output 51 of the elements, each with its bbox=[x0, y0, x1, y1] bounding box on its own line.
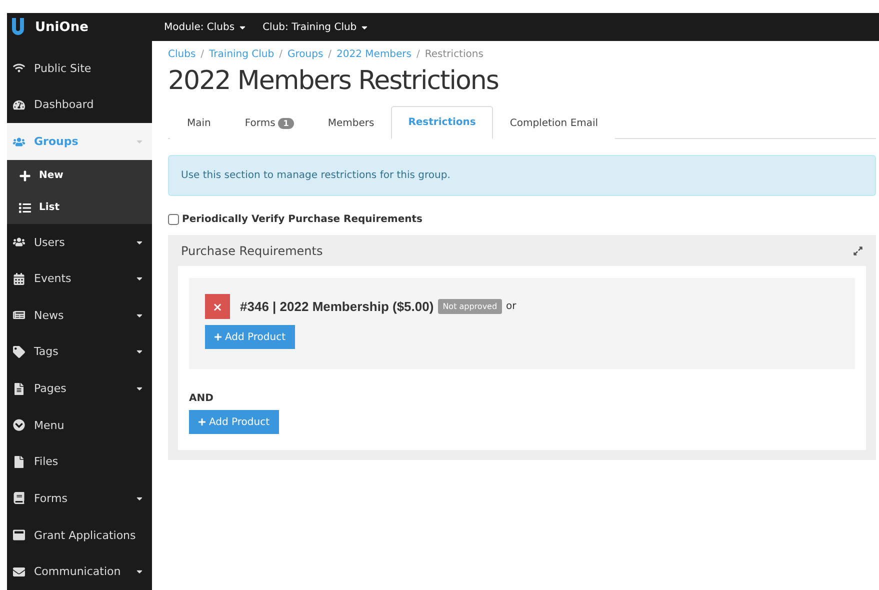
top-menu[interactable]: Club: Training Club bbox=[258, 22, 373, 32]
and-label: AND bbox=[189, 393, 214, 404]
panel-title: Purchase Requirements bbox=[181, 244, 323, 258]
logo-icon bbox=[11, 18, 25, 36]
envelope-icon bbox=[13, 566, 25, 578]
users-icon bbox=[13, 236, 25, 248]
plus-icon bbox=[19, 170, 31, 182]
sidebar-subitem[interactable]: List bbox=[7, 192, 152, 224]
calendar-icon bbox=[13, 272, 25, 285]
newspaper-icon bbox=[13, 309, 25, 322]
sidebar-item[interactable]: News bbox=[7, 297, 152, 334]
info-alert: Use this section to manage restrictions for this group. bbox=[168, 155, 876, 196]
product-name: #346 | 2022 Membership ($5.00) bbox=[240, 299, 434, 314]
breadcrumb-separator: / bbox=[328, 49, 332, 60]
breadcrumb-separator: / bbox=[279, 49, 282, 60]
list-icon bbox=[19, 202, 31, 214]
sidebar-item[interactable]: Files bbox=[7, 443, 152, 480]
sidebar-item[interactable]: Public Site bbox=[7, 50, 152, 87]
sidebar-item[interactable]: Dashboard bbox=[7, 86, 152, 124]
count-badge: 1 bbox=[278, 118, 294, 128]
sidebar-item[interactable]: Tags bbox=[7, 334, 152, 370]
users-icon bbox=[13, 136, 25, 148]
wifi-icon bbox=[13, 62, 25, 74]
window-icon bbox=[13, 529, 25, 541]
top-menu[interactable]: Module: Clubs bbox=[160, 22, 251, 32]
sidebar-item[interactable]: Users bbox=[7, 224, 152, 260]
plus-icon bbox=[198, 418, 206, 426]
status-label: Not approved bbox=[438, 299, 502, 314]
remove-button[interactable]: × bbox=[205, 294, 230, 319]
file-icon bbox=[13, 456, 25, 468]
breadcrumb-separator: / bbox=[416, 49, 420, 60]
tag-icon bbox=[13, 346, 25, 358]
sidebar-item[interactable]: Communication bbox=[7, 553, 152, 590]
book-icon bbox=[13, 492, 25, 504]
plus-icon bbox=[214, 333, 222, 341]
breadcrumb-separator: / bbox=[200, 49, 204, 60]
checkbox[interactable] bbox=[168, 214, 179, 225]
expand-icon[interactable] bbox=[853, 246, 863, 256]
breadcrumb-current: Restrictions bbox=[424, 49, 484, 60]
sidebar-item[interactable]: Forms bbox=[7, 480, 152, 517]
checkbox-label: Periodically Verify Purchase Requirements bbox=[182, 214, 422, 225]
sidebar-item[interactable]: Grant Applications bbox=[7, 516, 152, 554]
document-icon bbox=[13, 382, 25, 395]
sidebar-item[interactable]: Pages bbox=[7, 370, 152, 407]
brand-name: UniOne bbox=[35, 20, 88, 34]
sidebar-item[interactable]: Menu bbox=[7, 406, 152, 444]
sidebar-subitem[interactable]: New bbox=[7, 160, 152, 192]
or-label: or bbox=[506, 301, 516, 312]
dashboard-icon bbox=[13, 98, 25, 111]
sidebar-item[interactable]: Events bbox=[7, 260, 152, 298]
page-title: 2022 Members Restrictions bbox=[168, 66, 500, 96]
